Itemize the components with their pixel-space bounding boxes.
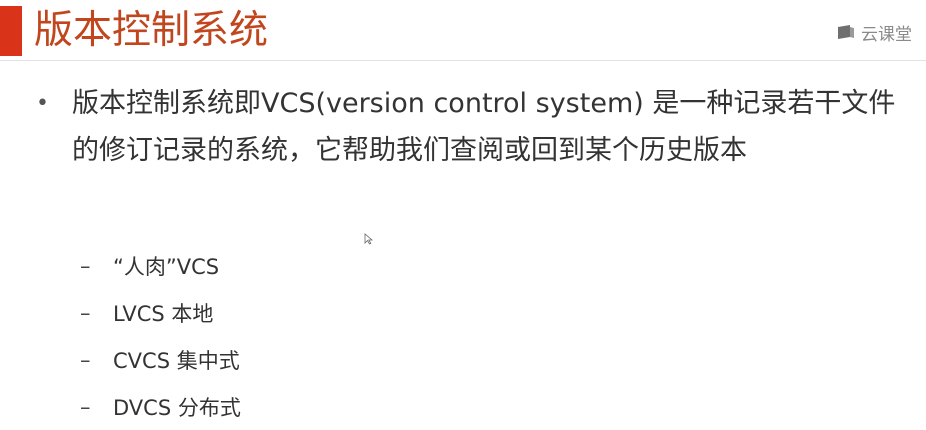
list-item-text: CVCS 集中式 bbox=[113, 348, 240, 373]
slide-title: 版本控制系统 bbox=[34, 8, 269, 53]
list-item-text: DVCS 分布式 bbox=[113, 395, 241, 420]
list-item: – “人肉”VCS bbox=[80, 242, 241, 289]
title-accent-bar bbox=[0, 6, 22, 56]
list-item-text: “人肉”VCS bbox=[113, 254, 220, 279]
dash-marker: – bbox=[80, 347, 91, 372]
list-item: – CVCS 集中式 bbox=[80, 336, 241, 383]
list-item: – LVCS 本地 bbox=[80, 289, 241, 336]
brand-logo: 云课堂 bbox=[836, 20, 912, 45]
sub-bullet-list: – “人肉”VCS – LVCS 本地 – CVCS 集中式 – DVCS 分布… bbox=[80, 242, 241, 430]
cloud-classroom-icon bbox=[838, 24, 854, 39]
brand-label: 云课堂 bbox=[861, 25, 912, 45]
dash-marker: – bbox=[80, 300, 91, 325]
main-bullet: • 版本控制系统即VCS(version control system) 是一种… bbox=[36, 80, 906, 174]
title-divider bbox=[0, 60, 926, 61]
bullet-text: 版本控制系统即VCS(version control system) 是一种记录… bbox=[72, 88, 896, 166]
mouse-cursor-icon bbox=[364, 233, 374, 245]
bullet-marker: • bbox=[36, 91, 49, 116]
dash-marker: – bbox=[80, 394, 91, 419]
dash-marker: – bbox=[80, 253, 91, 278]
list-item-text: LVCS 本地 bbox=[113, 301, 214, 326]
slide: 版本控制系统 云课堂 • 版本控制系统即VCS(version control … bbox=[0, 0, 926, 423]
